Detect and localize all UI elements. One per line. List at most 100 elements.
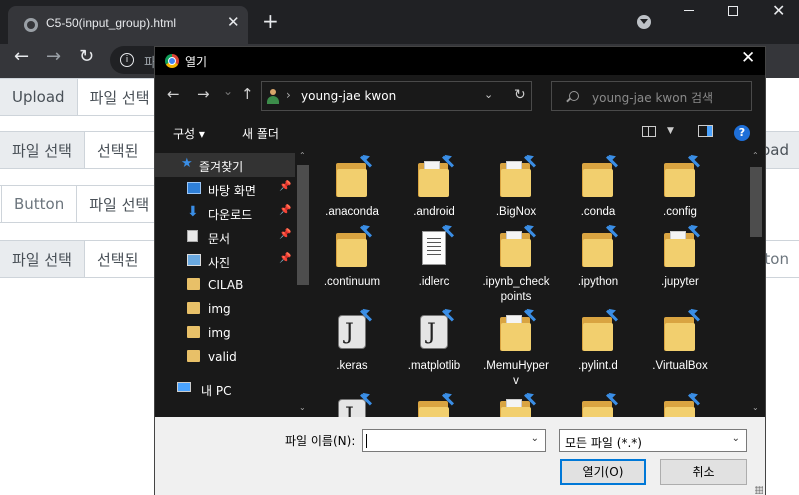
nav-scroll-thumb[interactable] <box>297 165 309 285</box>
pin-icon[interactable]: 📌 <box>279 181 291 192</box>
folder-icon <box>334 227 370 269</box>
search-icon <box>569 91 579 101</box>
refresh-icon[interactable]: ↻ <box>514 87 526 103</box>
forward-button[interactable]: → <box>46 48 61 66</box>
info-icon[interactable]: i <box>120 53 134 67</box>
file-select-addon[interactable]: 파일 선택 <box>0 241 85 277</box>
shortcut-arrow-icon <box>523 154 537 168</box>
pin-icon[interactable]: 📌 <box>279 253 291 264</box>
file-item[interactable] <box>645 395 715 417</box>
nav-item[interactable]: CILAB <box>155 273 295 297</box>
star-icon: ★ <box>181 156 193 171</box>
dialog-forward-button[interactable]: → <box>197 87 210 102</box>
nav-item[interactable]: 내 PC <box>155 377 295 401</box>
file-item[interactable]: .BigNox <box>481 157 551 220</box>
browser-tab[interactable]: C5-50(input_group).html ✕ <box>8 6 248 44</box>
dialog-close-icon[interactable]: ✕ <box>741 50 755 67</box>
file-item[interactable]: .VirtualBox <box>645 311 715 374</box>
file-item[interactable]: .jupyter <box>645 227 715 290</box>
scroll-down-icon[interactable]: ⌄ <box>752 403 759 412</box>
breadcrumb-path[interactable]: young-jae kwon <box>301 89 396 103</box>
document-icon <box>187 230 198 242</box>
file-name: .config <box>663 206 697 218</box>
filetype-value: 모든 파일 (*.*) <box>565 436 642 450</box>
profile-menu-icon[interactable] <box>637 15 651 29</box>
scroll-up-icon[interactable]: ⌃ <box>752 151 759 160</box>
minimize-icon[interactable] <box>684 10 694 11</box>
address-dropdown-icon[interactable]: ⌄ <box>484 88 493 101</box>
file-item[interactable]: .ipynb_checkpoints <box>481 227 551 305</box>
folder-icon <box>662 311 698 353</box>
scroll-down-icon[interactable]: ⌄ <box>299 403 306 412</box>
filetype-select[interactable]: 모든 파일 (*.*) ⌄ <box>559 429 747 452</box>
file-item[interactable] <box>399 395 469 417</box>
new-tab-button[interactable]: + <box>262 11 279 31</box>
window-close-icon[interactable]: ✕ <box>772 1 785 20</box>
nav-scrollbar[interactable]: ⌃ ⌄ <box>295 149 312 417</box>
file-scrollbar[interactable]: ⌃ ⌄ <box>747 149 765 417</box>
file-item[interactable]: .continuum <box>317 227 387 290</box>
filetype-dropdown-icon[interactable]: ⌄ <box>732 433 740 444</box>
file-item[interactable]: .anaconda <box>317 157 387 220</box>
file-item[interactable]: .pylint.d <box>563 311 633 374</box>
shortcut-arrow-icon <box>441 154 455 168</box>
file-select-label[interactable]: 파일 선택 <box>77 186 162 222</box>
upload-button[interactable]: Upload <box>0 79 78 115</box>
nav-item[interactable]: ★ 즐겨찾기 <box>155 153 295 177</box>
recent-locations-icon[interactable]: ⌄ <box>223 85 233 97</box>
organize-menu[interactable]: 구성 ▾ <box>173 125 205 142</box>
nav-item[interactable]: 사진 📌 <box>155 249 295 273</box>
file-name: .ipynb_checkpoints <box>482 276 550 303</box>
file-item[interactable] <box>481 395 551 417</box>
file-item[interactable]: .ipython <box>563 227 633 290</box>
preview-pane-icon[interactable] <box>698 125 713 137</box>
shortcut-arrow-icon <box>359 154 373 168</box>
folder-icon <box>662 395 698 417</box>
nav-item[interactable]: img <box>155 297 295 321</box>
new-folder-button[interactable]: 새 폴더 <box>242 125 279 142</box>
file-item[interactable]: .config <box>645 157 715 220</box>
filename-input[interactable]: ⌄ <box>362 429 546 452</box>
dialog-back-button[interactable]: ← <box>167 87 180 102</box>
view-dropdown-icon[interactable]: ▼ <box>667 126 674 136</box>
folder-icon <box>580 311 616 353</box>
file-scroll-thumb[interactable] <box>750 167 762 237</box>
nav-item[interactable]: 문서 📌 <box>155 225 295 249</box>
pin-icon[interactable]: 📌 <box>279 229 291 240</box>
open-button[interactable]: 열기(O) <box>560 459 646 485</box>
up-folder-button[interactable]: ↑ <box>241 87 254 102</box>
resize-grip-icon[interactable] <box>755 486 763 494</box>
nav-item[interactable]: ⬇ 다운로드 📌 <box>155 201 295 225</box>
back-button[interactable]: ← <box>14 48 29 66</box>
folder-icon <box>498 311 534 353</box>
generic-button[interactable]: Button <box>1 186 78 222</box>
file-item[interactable] <box>317 395 387 417</box>
folder-icon <box>580 395 616 417</box>
dialog-search-box[interactable]: young-jae kwon 검색 <box>551 81 752 111</box>
cancel-button[interactable]: 취소 <box>660 459 747 485</box>
file-select-addon[interactable]: 파일 선택 <box>0 132 85 168</box>
view-mode-icon[interactable] <box>642 126 656 137</box>
scroll-up-icon[interactable]: ⌃ <box>299 151 306 160</box>
file-item[interactable]: .keras <box>317 311 387 374</box>
help-icon[interactable]: ? <box>734 125 750 141</box>
shortcut-arrow-icon <box>523 308 537 322</box>
nav-item[interactable]: valid <box>155 345 295 369</box>
nav-item[interactable]: img <box>155 321 295 345</box>
file-item[interactable]: .android <box>399 157 469 220</box>
file-item[interactable]: .matplotlib <box>399 311 469 374</box>
reload-button[interactable]: ↻ <box>79 48 94 66</box>
dialog-address-bar[interactable]: › young-jae kwon ⌄ ↻ <box>261 81 532 111</box>
pin-icon[interactable]: 📌 <box>279 205 291 216</box>
maximize-icon[interactable] <box>728 6 738 16</box>
file-select-label[interactable]: 파일 선택 <box>77 79 162 115</box>
tab-close-icon[interactable]: ✕ <box>227 15 240 30</box>
file-item[interactable]: .MemuHyperv <box>481 311 551 389</box>
file-item[interactable]: .idlerc <box>399 227 469 290</box>
nav-item[interactable]: 바탕 화면 📌 <box>155 177 295 201</box>
file-item[interactable]: .conda <box>563 157 633 220</box>
file-name: .VirtualBox <box>652 360 708 372</box>
file-item[interactable] <box>563 395 633 417</box>
download-icon: ⬇ <box>187 204 199 220</box>
filename-dropdown-icon[interactable]: ⌄ <box>531 433 539 444</box>
